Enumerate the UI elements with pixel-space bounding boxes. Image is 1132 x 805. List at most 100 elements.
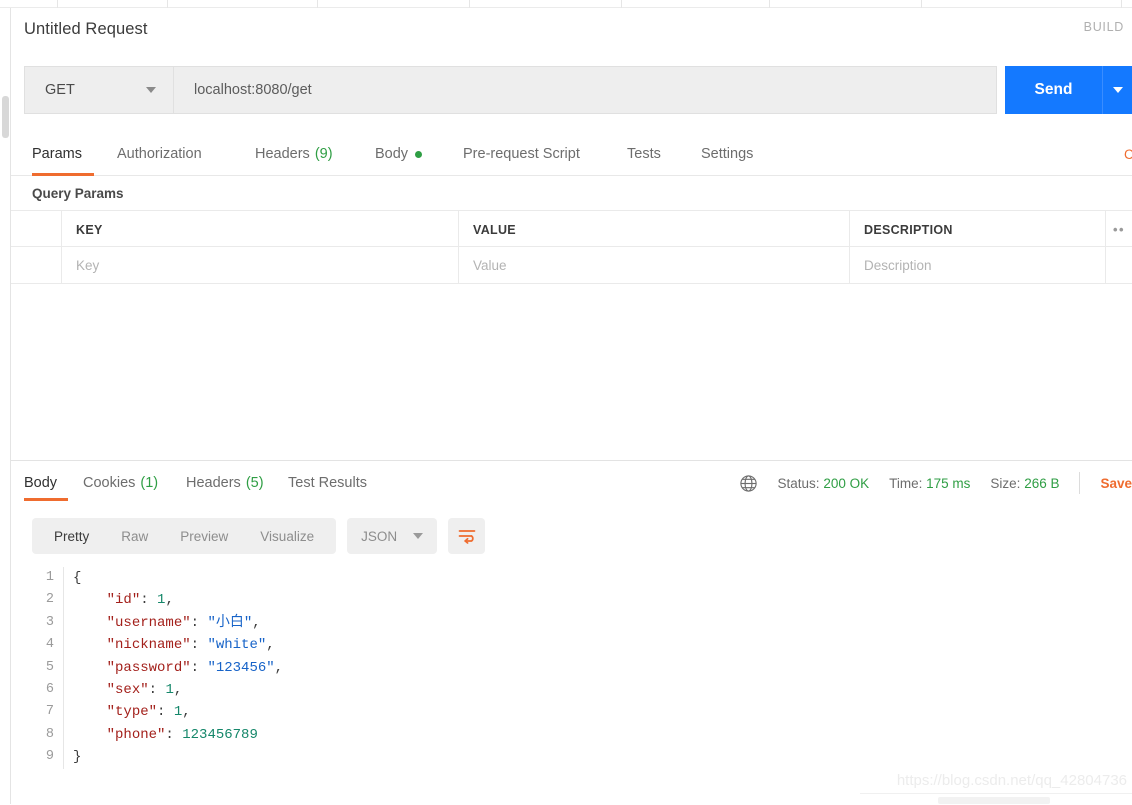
token-key: "username"	[106, 614, 191, 631]
bulk-edit-cell[interactable]: ••	[1106, 211, 1132, 248]
time-label: Time:	[889, 475, 923, 491]
response-tab-body[interactable]: Body	[24, 461, 68, 505]
response-tab-cookies[interactable]: Cookies (1)	[83, 461, 167, 505]
token-key: "password"	[106, 659, 191, 676]
param-description-input[interactable]: Description	[850, 247, 1106, 284]
view-mode-pretty[interactable]: Pretty	[38, 518, 105, 554]
request-pane: Untitled Request BUILD GET Send Params A…	[11, 8, 1132, 460]
tab-authorization[interactable]: Authorization	[117, 132, 233, 176]
tab-params[interactable]: Params	[32, 132, 94, 176]
response-format-select[interactable]: JSON	[347, 518, 438, 554]
code-line-row: 6 "sex": 1,	[11, 678, 1132, 702]
request-tabs: Params Authorization Headers (9) Body Pr…	[11, 132, 1132, 176]
response-tab-test-results[interactable]: Test Results	[288, 461, 388, 505]
status-value: 200 OK	[823, 475, 870, 491]
tab-pre-request-script[interactable]: Pre-request Script	[463, 132, 593, 176]
code-line[interactable]: "id": 1,	[63, 589, 1132, 612]
token-punctuation: :	[190, 637, 208, 654]
url-input[interactable]	[173, 66, 997, 114]
code-line[interactable]: "type": 1,	[63, 701, 1132, 724]
build-label[interactable]: BUILD	[1084, 20, 1124, 34]
sidebar-resize-handle[interactable]	[2, 96, 9, 138]
token-punctuation: ,	[266, 637, 275, 654]
row-actions-cell[interactable]	[1106, 247, 1132, 284]
tab-label: Body	[24, 475, 58, 491]
tab-label: Params	[32, 146, 82, 162]
tab-body[interactable]: Body	[375, 132, 443, 176]
code-line-row: 1 {	[11, 567, 1132, 590]
code-line[interactable]: "username": "小白",	[63, 611, 1132, 635]
code-line[interactable]: "nickname": "white",	[63, 634, 1132, 657]
code-line[interactable]: "password": "123456",	[63, 656, 1132, 679]
tab-remnant	[58, 0, 168, 8]
http-method-label: GET	[45, 82, 75, 98]
param-key-input[interactable]: Key	[62, 247, 459, 284]
table-row: Key Value Description	[11, 247, 1132, 284]
table-header-row: KEY VALUE DESCRIPTION ••	[11, 210, 1132, 248]
cookies-link[interactable]: Cookies	[1124, 132, 1132, 176]
word-wrap-button[interactable]	[448, 518, 486, 554]
http-method-select[interactable]: GET	[24, 66, 173, 114]
globe-icon[interactable]	[739, 474, 758, 493]
tab-count: (9)	[314, 146, 333, 162]
param-value-input[interactable]: Value	[459, 247, 850, 284]
code-line[interactable]: "phone": 123456789	[63, 723, 1132, 747]
token-punctuation: ,	[173, 681, 183, 698]
tab-label: Tests	[627, 146, 661, 162]
tab-label: Headers	[186, 475, 241, 491]
send-button[interactable]: Send	[1005, 66, 1102, 114]
status-group: Status: 200 OK	[778, 476, 870, 491]
response-tab-headers[interactable]: Headers (5)	[186, 461, 270, 505]
response-format-label: JSON	[361, 528, 398, 544]
body-present-dot-icon	[415, 150, 423, 158]
tab-remnant	[1122, 0, 1132, 8]
view-mode-raw[interactable]: Raw	[105, 518, 164, 554]
size-label: Size:	[990, 475, 1021, 491]
line-number: 5	[45, 659, 54, 675]
time-group: Time: 175 ms	[889, 476, 970, 491]
token-punctuation: :	[190, 614, 208, 631]
tab-remnant	[0, 0, 58, 8]
tab-tests[interactable]: Tests	[627, 132, 671, 176]
code-line-row: 2 "id": 1,	[11, 589, 1132, 612]
ellipsis-icon[interactable]: ••	[1113, 222, 1125, 237]
send-options-button[interactable]	[1102, 66, 1132, 114]
params-empty-area	[11, 285, 1132, 460]
row-checkbox-cell[interactable]	[11, 247, 62, 284]
line-number: 9	[45, 749, 54, 765]
view-mode-group: Pretty Raw Preview Visualize	[32, 518, 337, 554]
code-line[interactable]: "sex": 1,	[63, 678, 1132, 702]
response-meta-bar: Status: 200 OK Time: 175 ms Size: 266 B …	[739, 461, 1132, 505]
tab-count: (5)	[245, 475, 264, 491]
save-response-link[interactable]: Save	[1100, 476, 1132, 491]
tab-label: Authorization	[117, 146, 202, 162]
chevron-down-icon	[146, 87, 156, 93]
token-punctuation: {	[73, 570, 82, 586]
line-number: 3	[45, 614, 54, 630]
select-all-cell[interactable]	[11, 211, 62, 248]
token-punctuation: ,	[165, 592, 174, 609]
code-line-row: 3 "username": "小白",	[11, 611, 1132, 635]
token-punctuation: :	[140, 592, 158, 609]
token-key: "nickname"	[106, 637, 191, 654]
token-punctuation: :	[190, 659, 208, 676]
tab-headers[interactable]: Headers (9)	[255, 132, 347, 176]
tab-label: Body	[375, 146, 409, 162]
response-body-viewer[interactable]: 1 { 2 "id": 1, 3 "username": "小白", 4 "ni…	[11, 567, 1132, 805]
token-key: "type"	[106, 704, 158, 721]
tab-remnant	[770, 0, 922, 8]
line-number: 6	[45, 681, 54, 697]
view-mode-preview[interactable]: Preview	[164, 518, 244, 554]
url-bar: GET Send	[24, 66, 1132, 114]
token-punctuation: ,	[274, 659, 284, 676]
tab-settings[interactable]: Settings	[701, 132, 767, 176]
token-number: 123456789	[182, 726, 258, 743]
column-header-description: DESCRIPTION	[850, 211, 1106, 248]
code-line[interactable]: {	[63, 567, 1132, 590]
code-line[interactable]: }	[63, 746, 1132, 769]
view-mode-visualize[interactable]: Visualize	[244, 518, 330, 554]
code-line-row: 9 }	[11, 746, 1132, 769]
tab-label: Test Results	[288, 475, 367, 491]
